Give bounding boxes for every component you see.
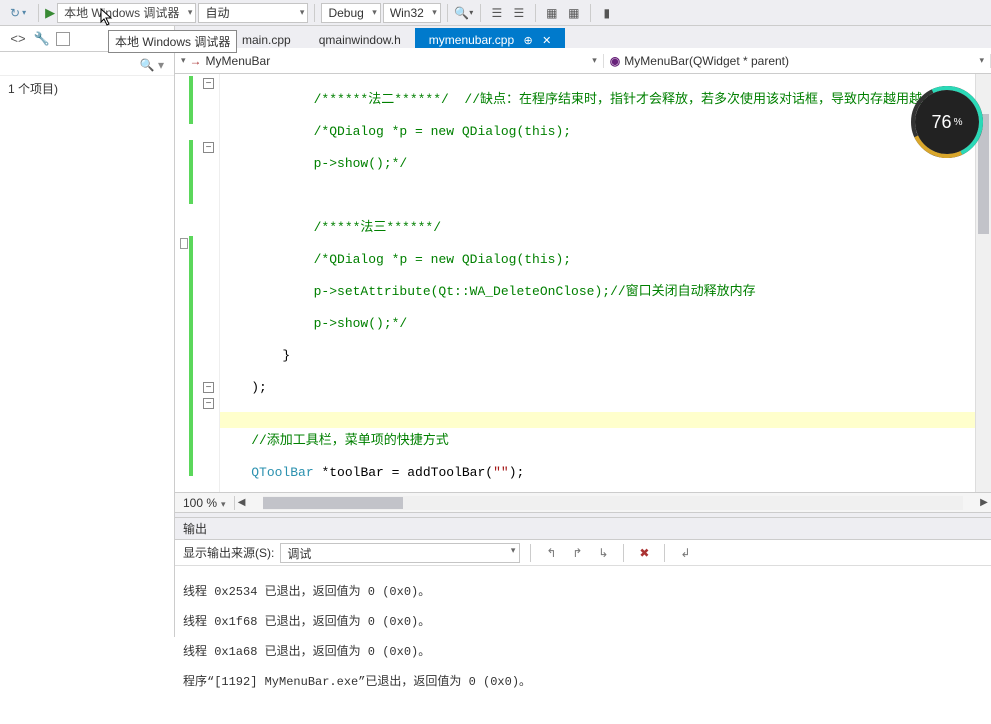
next-icon[interactable]: ↱ bbox=[567, 543, 587, 563]
perf-value: 76 bbox=[932, 112, 952, 133]
outdent-icon[interactable]: ☰ bbox=[509, 3, 529, 23]
chevron-down-icon: ▾ bbox=[181, 55, 186, 66]
solution-label: 1 个项目) bbox=[8, 80, 58, 97]
indent-icon[interactable]: ☰ bbox=[487, 3, 507, 23]
debugger-tooltip: 本地 Windows 调试器 bbox=[108, 30, 237, 53]
member-label: MyMenuBar(QWidget * parent) bbox=[624, 54, 789, 68]
tab-label: mymenubar.cpp bbox=[429, 33, 514, 47]
properties-icon[interactable] bbox=[56, 32, 70, 46]
zoom-combo[interactable]: 100 % bbox=[175, 496, 235, 510]
scope-label: MyMenuBar bbox=[206, 54, 271, 68]
output-line: 线程 0x1a68 已退出，返回值为 0 (0x0)。 bbox=[183, 645, 983, 660]
output-content[interactable]: 线程 0x2534 已退出，返回值为 0 (0x0)。 线程 0x1f68 已退… bbox=[175, 566, 991, 724]
wordwrap-icon[interactable]: ↲ bbox=[675, 543, 695, 563]
play-icon: ▶ bbox=[45, 5, 55, 21]
debugger-combo[interactable]: 本地 Windows 调试器 bbox=[57, 3, 196, 23]
horizontal-scrollbar[interactable] bbox=[263, 496, 963, 510]
mode-combo[interactable]: 自动 bbox=[198, 3, 308, 23]
crumb-arrow-icon: → bbox=[190, 54, 202, 68]
fold-toggle[interactable]: − bbox=[203, 382, 214, 393]
output-title: 输出 bbox=[175, 518, 991, 540]
navigation-bar: ▾ → MyMenuBar ▾ ◉ MyMenuBar(QWidget * pa… bbox=[175, 48, 991, 74]
member-combo[interactable]: ◉ MyMenuBar(QWidget * parent) ▾ bbox=[604, 54, 991, 68]
output-line: 线程 0x2534 已退出，返回值为 0 (0x0)。 bbox=[183, 585, 983, 600]
fold-column: − − − − bbox=[203, 74, 217, 492]
search-icon[interactable]: 🔍▾ bbox=[454, 3, 474, 23]
scope-combo[interactable]: ▾ → MyMenuBar ▾ bbox=[175, 54, 604, 68]
refresh-button[interactable]: ↻▾ bbox=[4, 4, 32, 22]
editor-gutter: − − − − bbox=[175, 74, 220, 492]
output-source-label: 显示输出来源(S): bbox=[183, 544, 274, 561]
wrench-icon[interactable]: 🔧 bbox=[32, 29, 52, 49]
clear-icon[interactable]: ✖ bbox=[634, 543, 654, 563]
platform-combo[interactable]: Win32 bbox=[383, 3, 441, 23]
pin-icon[interactable]: ⊕ bbox=[524, 35, 533, 47]
scroll-right-icon[interactable]: ▶ bbox=[977, 496, 991, 510]
uncomment-icon[interactable]: ▦ bbox=[564, 3, 584, 23]
close-icon[interactable]: ✕ bbox=[542, 35, 551, 47]
code-editor[interactable]: − − − − /******法二******/ //缺点：在程序结束时，指针才… bbox=[175, 74, 991, 492]
output-line: 线程 0x1f68 已退出，返回值为 0 (0x0)。 bbox=[183, 615, 983, 630]
tags-icon[interactable]: <> bbox=[8, 29, 28, 49]
output-line: 程序“[1192] MyMenuBar.exe”已退出，返回值为 0 (0x0)… bbox=[183, 675, 983, 690]
output-toolbar: 显示输出来源(S): 调试 ↰ ↱ ↳ ✖ ↲ bbox=[175, 540, 991, 566]
main-toolbar: ↻▾ ▶ 本地 Windows 调试器 自动 Debug Win32 🔍▾ ☰ … bbox=[0, 0, 991, 26]
output-panel: 输出 显示输出来源(S): 调试 ↰ ↱ ↳ ✖ ↲ 线程 0x2534 已退出… bbox=[175, 518, 991, 637]
comment-icon[interactable]: ▦ bbox=[542, 3, 562, 23]
fold-toggle[interactable]: − bbox=[203, 398, 214, 409]
prev-icon[interactable]: ↰ bbox=[541, 543, 561, 563]
performance-overlay: 76% bbox=[915, 90, 979, 154]
chevron-down-icon: ▾ bbox=[592, 55, 597, 66]
editor-statusbar: 100 % ◀ ▶ bbox=[175, 492, 991, 512]
scrollbar-thumb[interactable] bbox=[263, 497, 403, 509]
chevron-down-icon: ▾ bbox=[979, 55, 984, 66]
solution-item[interactable]: 1 个项目) bbox=[0, 76, 174, 101]
code-content[interactable]: /******法二******/ //缺点：在程序结束时，指针才会释放，若多次使… bbox=[220, 74, 975, 492]
config-combo[interactable]: Debug bbox=[321, 3, 380, 23]
method-icon: ◉ bbox=[610, 54, 620, 68]
perf-unit: % bbox=[954, 117, 963, 128]
search-icon: 🔍 ▾ bbox=[140, 58, 164, 72]
explorer-search: 🔍 ▾ bbox=[0, 52, 174, 76]
bookmark-icon[interactable]: ▮ bbox=[597, 3, 617, 23]
output-source-combo[interactable]: 调试 bbox=[280, 543, 520, 563]
scroll-left-icon[interactable]: ◀ bbox=[235, 496, 249, 510]
caret-indicator bbox=[180, 238, 188, 249]
fold-toggle[interactable]: − bbox=[203, 78, 214, 89]
fold-toggle[interactable]: − bbox=[203, 142, 214, 153]
solution-explorer: <> 🔧 🔍 ▾ 1 个项目) bbox=[0, 26, 175, 637]
goto-icon[interactable]: ↳ bbox=[593, 543, 613, 563]
